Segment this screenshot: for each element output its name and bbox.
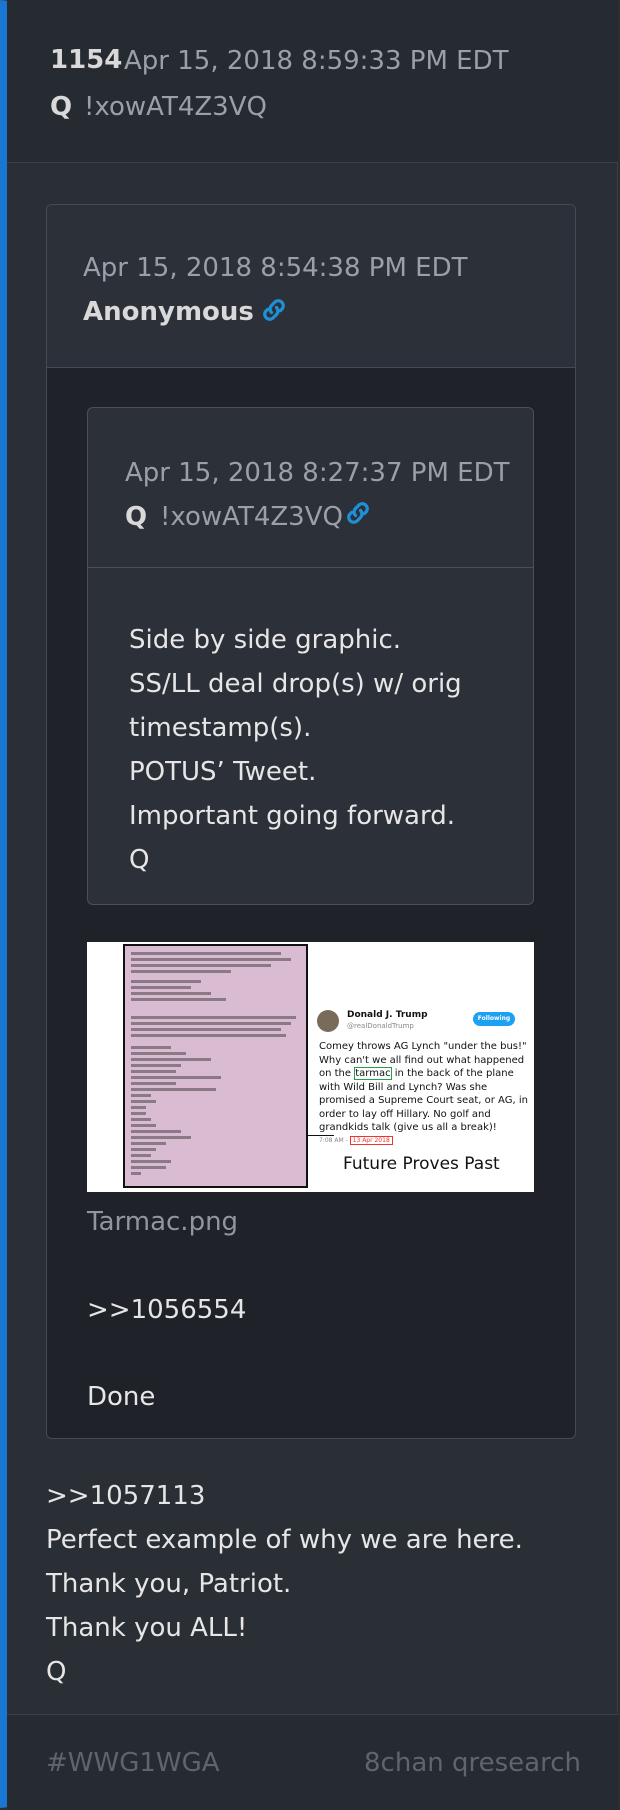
image-text-row <box>131 1052 186 1055</box>
hashtag: #WWG1WGA <box>46 1748 220 1778</box>
inner-quote-line: Side by side graphic. <box>129 625 402 655</box>
inner-quote-author: Q <box>125 502 148 532</box>
image-text-row <box>131 958 291 961</box>
post-header: 1154 Apr 15, 2018 8:59:33 PM EDT Q !xowA… <box>7 0 618 163</box>
image-text-row <box>131 1148 156 1151</box>
quoted-post-text: Done <box>87 1382 156 1412</box>
quoted-post-header: Apr 15, 2018 8:54:38 PM EDT Anonymous <box>47 205 575 368</box>
inner-quote-line: Important going forward. <box>129 801 455 831</box>
avatar <box>317 1010 339 1032</box>
image-text-row <box>131 1118 151 1121</box>
image-text-row <box>131 964 271 967</box>
image-text-row <box>131 1130 181 1133</box>
post-number[interactable]: 1154 <box>50 45 122 75</box>
image-text-row <box>131 1088 216 1091</box>
reply-reference[interactable]: >>1056554 <box>87 1295 246 1325</box>
post-timestamp: Apr 15, 2018 8:59:33 PM EDT <box>124 46 509 76</box>
image-text-row <box>131 1046 171 1049</box>
image-text-row <box>131 1058 211 1061</box>
inner-quote-header: Apr 15, 2018 8:27:37 PM EDT Q !xowAT4Z3V… <box>88 408 533 568</box>
inner-quote-line: SS/LL deal drop(s) w/ orig <box>129 669 462 699</box>
source-label: 8chan qresearch <box>364 1748 581 1778</box>
inner-quote-body: Side by side graphic. SS/LL deal drop(s)… <box>129 618 462 882</box>
inner-quote-timestamp: Apr 15, 2018 8:27:37 PM EDT <box>125 458 510 488</box>
tweet-meta: 7:08 AM - 13 Apr 2018 <box>319 1136 393 1145</box>
image-text-row <box>131 1106 146 1109</box>
image-text-row <box>131 986 191 989</box>
image-text-row <box>131 1172 141 1175</box>
inner-quote-line: Q <box>129 845 150 875</box>
image-text-row <box>131 1064 181 1067</box>
tweet-handle: @realDonaldTrump <box>347 1022 414 1030</box>
image-text-row <box>131 1112 146 1115</box>
image-tweet-panel: Donald J. Trump @realDonaldTrump Followi… <box>317 942 534 1192</box>
image-text-row <box>131 1070 176 1073</box>
inner-quote-line: timestamp(s). <box>129 713 312 743</box>
image-text-row <box>131 1100 156 1103</box>
image-text-row <box>131 1082 176 1085</box>
post-line: Thank you ALL! <box>46 1613 248 1643</box>
post-line: Perfect example of why we are here. <box>46 1525 523 1555</box>
image-text-row <box>131 1022 291 1025</box>
image-text-row <box>131 1154 151 1157</box>
inner-quote-line: POTUS’ Tweet. <box>129 757 317 787</box>
attached-image[interactable]: Donald J. Trump @realDonaldTrump Followi… <box>87 942 534 1192</box>
tweet-author: Donald J. Trump <box>347 1010 428 1020</box>
image-caption: Future Proves Past <box>343 1154 500 1174</box>
image-text-row <box>131 1076 221 1079</box>
image-text-row <box>131 1094 151 1097</box>
post-tripcode: !xowAT4Z3VQ <box>84 92 267 122</box>
image-text-row <box>131 1034 286 1037</box>
tweet-follow-badge: Following <box>473 1012 515 1026</box>
image-text-row <box>131 1142 166 1145</box>
image-text-row <box>131 1028 281 1031</box>
post-author: Q <box>50 92 73 122</box>
image-text-row <box>131 1016 296 1019</box>
image-text-row <box>131 1166 166 1169</box>
quoted-post-q: Apr 15, 2018 8:27:37 PM EDT Q !xowAT4Z3V… <box>87 407 534 905</box>
image-text-row <box>131 980 201 983</box>
post-line: Q <box>46 1657 67 1687</box>
post-footer: #WWG1WGA 8chan qresearch <box>7 1714 618 1810</box>
tweet-text-highlight: tarmac <box>354 1067 392 1080</box>
inner-quote-tripcode: !xowAT4Z3VQ <box>160 502 343 532</box>
image-text-row <box>131 970 231 973</box>
quoted-post-author: Anonymous <box>83 297 254 327</box>
link-icon[interactable] <box>259 295 289 325</box>
link-icon[interactable] <box>343 498 373 528</box>
post-body: >>1057113 Perfect example of why we are … <box>46 1474 523 1694</box>
quoted-post-anonymous: Apr 15, 2018 8:54:38 PM EDT Anonymous Ap… <box>46 204 576 1439</box>
image-text-row <box>131 1124 156 1127</box>
image-text-row <box>131 1160 171 1163</box>
tweet-text: Comey throws AG Lynch "under the bus!" W… <box>319 1040 531 1135</box>
image-board-posts-panel <box>123 944 308 1188</box>
image-text-row <box>131 952 281 955</box>
image-text-row <box>131 992 211 995</box>
image-text-row <box>131 998 226 1001</box>
post-reply-reference[interactable]: >>1057113 <box>46 1474 523 1518</box>
tweet-date: 13 Apr 2018 <box>349 1136 393 1145</box>
image-text-row <box>131 1136 191 1139</box>
image-filename[interactable]: Tarmac.png <box>87 1207 238 1237</box>
post-line: Thank you, Patriot. <box>46 1569 292 1599</box>
tweet-time: 7:08 AM <box>319 1137 344 1144</box>
quoted-post-timestamp: Apr 15, 2018 8:54:38 PM EDT <box>83 253 468 283</box>
